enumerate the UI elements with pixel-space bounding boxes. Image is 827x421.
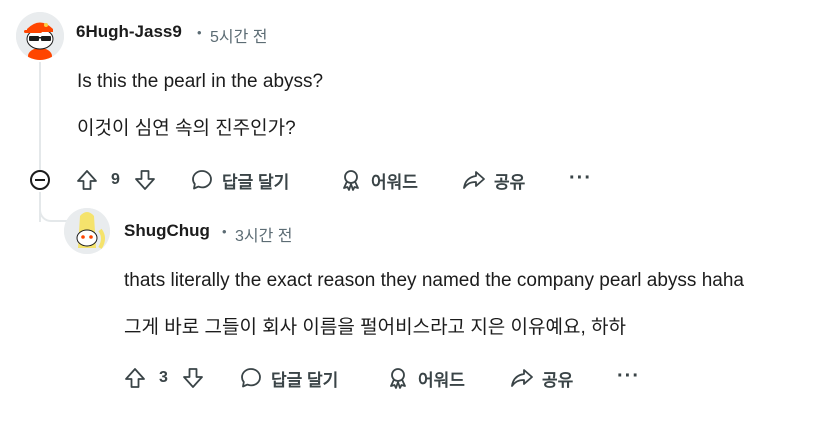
share-label: 공유 [542, 370, 574, 390]
upvote-icon [77, 170, 97, 190]
snoo-avatar-icon [64, 208, 110, 254]
award-button[interactable]: 어워드 [339, 165, 418, 195]
comment-body-line: Is this the pearl in the abyss? [77, 71, 324, 92]
share-button[interactable]: 공유 [510, 363, 573, 393]
upvote-icon [125, 368, 145, 388]
upvote-button[interactable] [76, 165, 98, 195]
comment-bubble-icon [192, 170, 212, 190]
comment-body-line: 그게 바로 그들이 회사 이름을 펄어비스라고 지은 이유예요, 하하 [124, 317, 626, 338]
award-icon [390, 368, 406, 389]
downvote-button[interactable] [182, 363, 204, 393]
share-label: 공유 [494, 172, 526, 192]
avatar[interactable] [64, 208, 110, 254]
vote-count: 3 [159, 369, 168, 386]
share-icon [511, 369, 533, 387]
collapse-thread-button[interactable] [30, 170, 50, 190]
reply-label: 답글 달기 [222, 172, 290, 192]
comment-username[interactable]: 6Hugh-Jass9 [76, 22, 182, 42]
reply-button[interactable]: 답글 달기 [239, 363, 338, 393]
more-options-button[interactable]: ··· [617, 365, 640, 388]
meta-separator: • [197, 25, 202, 40]
vote-count: 9 [111, 171, 120, 188]
thread-branch-curve [39, 196, 67, 222]
downvote-icon [135, 170, 155, 190]
minus-icon [35, 179, 45, 181]
comment-bubble-icon [241, 368, 261, 388]
reply-button[interactable]: 답글 달기 [190, 165, 289, 195]
comment-body-line: 이것이 심연 속의 진주인가? [77, 118, 296, 139]
comment-body-line: thats literally the exact reason they na… [124, 270, 744, 291]
share-button[interactable]: 공유 [462, 165, 525, 195]
downvote-icon [183, 368, 203, 388]
thread-line [39, 62, 41, 170]
award-button[interactable]: 어워드 [386, 363, 465, 393]
comment-timestamp[interactable]: 3시간 전 [235, 222, 293, 246]
award-label: 어워드 [371, 172, 418, 192]
meta-separator: • [222, 224, 227, 239]
avatar[interactable] [16, 12, 64, 60]
award-icon [343, 170, 359, 191]
share-icon [463, 171, 485, 189]
upvote-button[interactable] [124, 363, 146, 393]
more-options-button[interactable]: ··· [569, 167, 592, 190]
comment-timestamp[interactable]: 5시간 전 [210, 23, 268, 47]
reply-label: 답글 달기 [271, 370, 339, 390]
downvote-button[interactable] [134, 165, 156, 195]
comment-username[interactable]: ShugChug [124, 221, 210, 241]
award-label: 어워드 [418, 370, 465, 390]
snoo-avatar-icon [16, 12, 64, 60]
